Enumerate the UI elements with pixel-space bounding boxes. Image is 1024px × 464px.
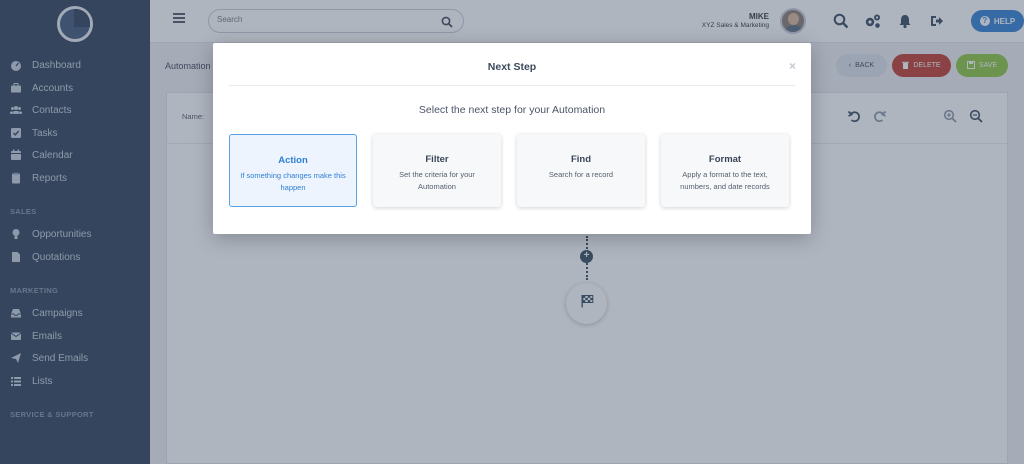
next-step-modal: Next Step × Select the next step for you…	[213, 43, 811, 234]
card-title: Filter	[425, 154, 449, 165]
card-title: Format	[708, 154, 742, 165]
modal-title: Next Step	[487, 61, 537, 73]
modal-subtitle: Select the next step for your Automation	[418, 104, 606, 116]
card-description: Apply a format to the text, numbers, and…	[680, 170, 770, 191]
close-icon[interactable]: ×	[789, 59, 796, 73]
divider	[229, 85, 795, 86]
step-card-find[interactable]: Find Search for a record	[517, 134, 645, 207]
card-description: Search for a record	[548, 170, 614, 179]
card-title: Find	[570, 154, 592, 165]
card-description: Set the criteria for your Automation	[399, 170, 475, 191]
step-card-action[interactable]: Action If something changes make this ha…	[229, 134, 357, 207]
card-description: If something changes make this happen	[240, 171, 346, 192]
step-card-filter[interactable]: Filter Set the criteria for your Automat…	[373, 134, 501, 207]
step-card-format[interactable]: Format Apply a format to the text, numbe…	[661, 134, 789, 207]
card-title: Action	[278, 155, 308, 166]
